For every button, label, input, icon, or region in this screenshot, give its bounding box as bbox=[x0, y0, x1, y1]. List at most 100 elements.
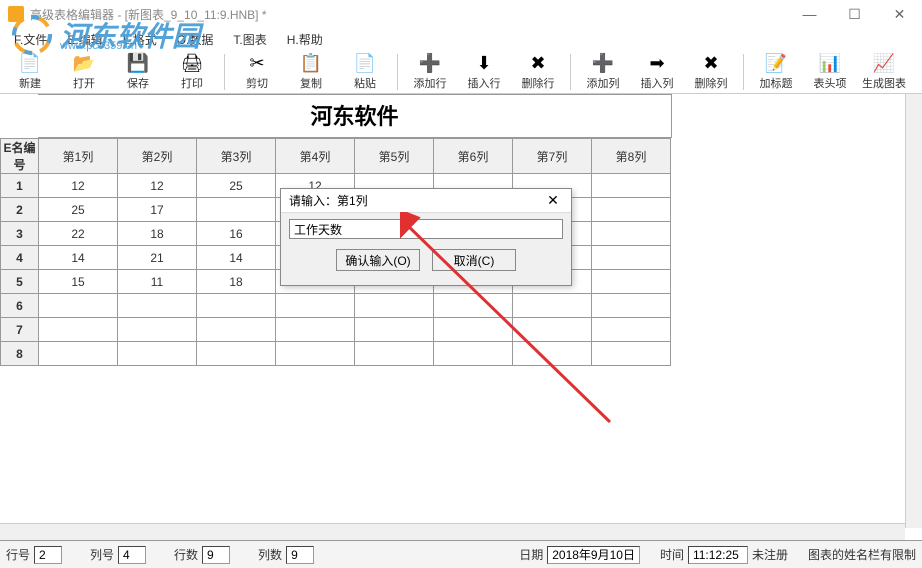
data-cell[interactable] bbox=[592, 318, 671, 342]
data-cell[interactable] bbox=[39, 318, 118, 342]
data-cell[interactable]: 22 bbox=[39, 222, 118, 246]
horizontal-scrollbar[interactable] bbox=[0, 523, 905, 540]
dialog-cancel-button[interactable]: 取消(C) bbox=[432, 249, 516, 271]
column-header[interactable]: 第7列 bbox=[513, 139, 592, 174]
data-cell[interactable] bbox=[276, 342, 355, 366]
addcol-icon: ➕ bbox=[592, 52, 614, 74]
data-cell[interactable] bbox=[197, 342, 276, 366]
data-cell[interactable]: 25 bbox=[39, 198, 118, 222]
data-cell[interactable] bbox=[355, 342, 434, 366]
data-cell[interactable] bbox=[39, 342, 118, 366]
data-cell[interactable] bbox=[434, 294, 513, 318]
menu-data[interactable]: O.数据 bbox=[169, 29, 222, 50]
row-header[interactable]: 3 bbox=[1, 222, 39, 246]
new-icon: 📄 bbox=[19, 52, 41, 74]
column-header[interactable]: 第2列 bbox=[118, 139, 197, 174]
data-cell[interactable] bbox=[276, 318, 355, 342]
data-cell[interactable]: 25 bbox=[197, 174, 276, 198]
dialog-ok-button[interactable]: 确认输入(O) bbox=[336, 249, 420, 271]
addtitle-button[interactable]: 📝加标题 bbox=[750, 52, 802, 92]
data-cell[interactable] bbox=[513, 318, 592, 342]
data-cell[interactable] bbox=[513, 342, 592, 366]
data-cell[interactable] bbox=[592, 270, 671, 294]
print-button[interactable]: 🖨打印 bbox=[166, 52, 218, 92]
column-header[interactable]: 第6列 bbox=[434, 139, 513, 174]
data-cell[interactable]: 14 bbox=[197, 246, 276, 270]
status-col-label: 列号 bbox=[90, 546, 114, 563]
status-cols-label: 列数 bbox=[258, 546, 282, 563]
column-header[interactable]: 第3列 bbox=[197, 139, 276, 174]
addcol-button[interactable]: ➕添加列 bbox=[577, 52, 629, 92]
row-header[interactable]: 7 bbox=[1, 318, 39, 342]
header-button[interactable]: 📊表头项 bbox=[804, 52, 856, 92]
sheet-title: 河东软件 bbox=[38, 94, 672, 138]
data-cell[interactable] bbox=[118, 294, 197, 318]
save-button[interactable]: 💾保存 bbox=[112, 52, 164, 92]
data-cell[interactable] bbox=[592, 174, 671, 198]
column-header[interactable]: 第1列 bbox=[39, 139, 118, 174]
insertcol-button[interactable]: ➡插入列 bbox=[631, 52, 683, 92]
maximize-button[interactable]: ☐ bbox=[832, 0, 877, 28]
data-cell[interactable] bbox=[197, 294, 276, 318]
data-cell[interactable]: 18 bbox=[118, 222, 197, 246]
data-cell[interactable] bbox=[276, 294, 355, 318]
copy-button[interactable]: 📋复制 bbox=[285, 52, 337, 92]
close-button[interactable]: ✕ bbox=[877, 0, 922, 28]
data-cell[interactable] bbox=[118, 318, 197, 342]
titlebar: 高级表格编辑器 - [新图表_9_10_11:9.HNB] * — ☐ ✕ bbox=[0, 0, 922, 28]
open-button[interactable]: 📂打开 bbox=[58, 52, 110, 92]
data-cell[interactable] bbox=[592, 222, 671, 246]
status-row-value: 2 bbox=[34, 546, 62, 564]
data-cell[interactable]: 18 bbox=[197, 270, 276, 294]
data-cell[interactable]: 14 bbox=[39, 246, 118, 270]
row-header[interactable]: 2 bbox=[1, 198, 39, 222]
dialog-close-icon[interactable]: ✕ bbox=[543, 192, 563, 209]
data-cell[interactable] bbox=[592, 342, 671, 366]
row-header[interactable]: 1 bbox=[1, 174, 39, 198]
data-cell[interactable] bbox=[592, 294, 671, 318]
insertrow-button[interactable]: ⬇插入行 bbox=[458, 52, 510, 92]
data-cell[interactable] bbox=[592, 198, 671, 222]
data-cell[interactable] bbox=[355, 318, 434, 342]
addrow-button[interactable]: ➕添加行 bbox=[404, 52, 456, 92]
menu-file[interactable]: F.文件 bbox=[6, 29, 55, 50]
menu-format[interactable]: L.格式 bbox=[115, 29, 165, 50]
genchart-button[interactable]: 📈生成图表 bbox=[858, 52, 910, 92]
row-header[interactable]: 5 bbox=[1, 270, 39, 294]
paste-button[interactable]: 📄粘贴 bbox=[339, 52, 391, 92]
data-cell[interactable] bbox=[513, 294, 592, 318]
data-cell[interactable] bbox=[197, 198, 276, 222]
data-cell[interactable] bbox=[434, 342, 513, 366]
data-cell[interactable]: 15 bbox=[39, 270, 118, 294]
dialog-input[interactable] bbox=[289, 219, 563, 239]
menu-chart[interactable]: T.图表 bbox=[225, 29, 274, 50]
delrow-button[interactable]: ✖删除行 bbox=[512, 52, 564, 92]
data-cell[interactable]: 21 bbox=[118, 246, 197, 270]
data-cell[interactable]: 12 bbox=[39, 174, 118, 198]
menubar: F.文件 E.编辑 L.格式 O.数据 T.图表 H.帮助 bbox=[0, 28, 922, 50]
cut-button[interactable]: ✂剪切 bbox=[231, 52, 283, 92]
data-cell[interactable]: 16 bbox=[197, 222, 276, 246]
row-header[interactable]: 8 bbox=[1, 342, 39, 366]
data-cell[interactable]: 12 bbox=[118, 174, 197, 198]
new-button[interactable]: 📄新建 bbox=[4, 52, 56, 92]
data-cell[interactable] bbox=[592, 246, 671, 270]
data-cell[interactable]: 11 bbox=[118, 270, 197, 294]
toolbar: 📄新建 📂打开 💾保存 🖨打印 ✂剪切 📋复制 📄粘贴 ➕添加行 ⬇插入行 ✖删… bbox=[0, 50, 922, 94]
data-cell[interactable] bbox=[434, 318, 513, 342]
column-header[interactable]: 第4列 bbox=[276, 139, 355, 174]
menu-edit[interactable]: E.编辑 bbox=[59, 29, 110, 50]
minimize-button[interactable]: — bbox=[787, 0, 832, 28]
data-cell[interactable] bbox=[355, 294, 434, 318]
data-cell[interactable]: 17 bbox=[118, 198, 197, 222]
vertical-scrollbar[interactable] bbox=[905, 94, 922, 528]
data-cell[interactable] bbox=[118, 342, 197, 366]
column-header[interactable]: 第5列 bbox=[355, 139, 434, 174]
column-header[interactable]: 第8列 bbox=[592, 139, 671, 174]
menu-help[interactable]: H.帮助 bbox=[279, 29, 331, 50]
row-header[interactable]: 6 bbox=[1, 294, 39, 318]
delcol-button[interactable]: ✖删除列 bbox=[685, 52, 737, 92]
data-cell[interactable] bbox=[197, 318, 276, 342]
row-header[interactable]: 4 bbox=[1, 246, 39, 270]
data-cell[interactable] bbox=[39, 294, 118, 318]
